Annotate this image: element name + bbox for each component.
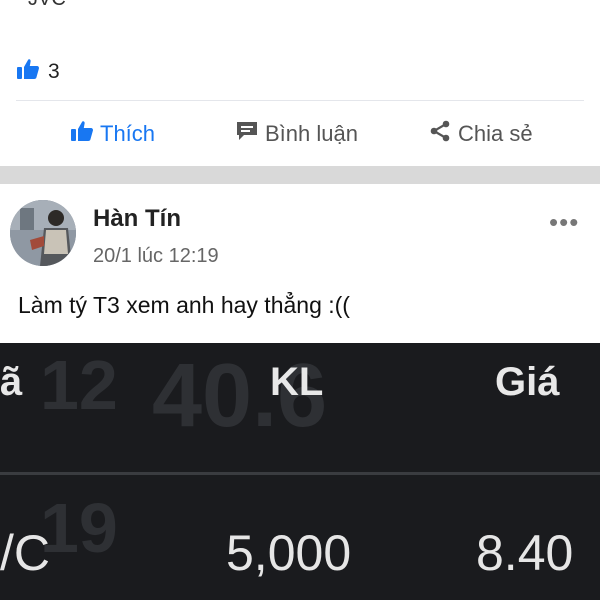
comment-label: Bình luận <box>265 121 358 146</box>
thumbs-up-icon <box>70 120 94 148</box>
comment-icon <box>235 120 259 148</box>
share-icon <box>428 119 452 149</box>
background-digits: 12 <box>40 346 118 424</box>
avatar[interactable] <box>10 200 76 266</box>
comment-button[interactable]: Bình luận <box>235 112 358 156</box>
previous-post-text: JVC <box>28 0 66 11</box>
table-header-divider <box>0 472 600 475</box>
share-button[interactable]: Chia sẻ <box>428 112 533 156</box>
background-digits: 19 <box>40 489 118 567</box>
post-author[interactable]: Hàn Tín <box>93 205 181 233</box>
cell-code: /C <box>0 525 50 581</box>
like-summary[interactable]: 3 <box>16 58 60 86</box>
like-button[interactable]: Thích <box>70 112 155 156</box>
more-options-icon[interactable]: ••• <box>549 207 579 238</box>
thumbs-up-icon <box>16 58 40 86</box>
column-header-code: ã <box>0 360 23 404</box>
share-label: Chia sẻ <box>458 121 533 146</box>
post-text: Làm tý T3 xem anh hay thẳng :(( <box>18 292 350 318</box>
cell-price: 8.40 <box>476 525 574 581</box>
post-actions: Thích Bình luận Chia sẻ <box>0 112 600 156</box>
like-label: Thích <box>100 121 156 146</box>
column-header-volume: KL <box>270 360 324 404</box>
divider <box>16 100 584 101</box>
cell-volume: 5,000 <box>226 525 352 581</box>
like-count: 3 <box>48 60 60 83</box>
post-separator <box>0 166 600 184</box>
post-timestamp[interactable]: 20/1 lúc 12:19 <box>93 245 219 268</box>
column-header-price: Giá <box>495 360 560 404</box>
